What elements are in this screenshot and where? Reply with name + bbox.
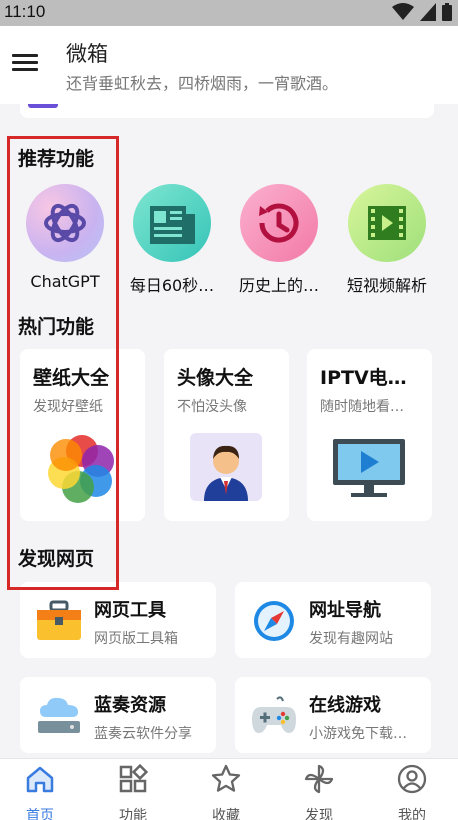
discover-card-webtools[interactable]: 网页工具 网页版工具箱 bbox=[20, 582, 216, 658]
history-icon bbox=[240, 184, 318, 262]
avatar-person-icon bbox=[190, 433, 262, 501]
hot-card-wallpaper[interactable]: 壁纸大全 发现好壁纸 bbox=[20, 349, 145, 521]
tv-play-icon bbox=[333, 439, 405, 497]
main-content[interactable]: 推荐功能 ChatGPT 每日60秒… 历史上的… 短视频解析 热门功能 壁纸大… bbox=[0, 104, 458, 758]
menu-icon[interactable] bbox=[12, 50, 40, 76]
recommended-label: ChatGPT bbox=[30, 272, 100, 291]
discover-card-title: 蓝奏资源 bbox=[94, 695, 166, 716]
hot-card-title: 壁纸大全 bbox=[33, 367, 110, 389]
discover-card-subtitle: 蓝奏云软件分享 bbox=[94, 726, 192, 742]
cloud-server-icon bbox=[38, 697, 80, 733]
nav-functions[interactable]: 功能 bbox=[93, 763, 173, 820]
discover-card-lanzou[interactable]: 蓝奏资源 蓝奏云软件分享 bbox=[20, 677, 216, 753]
newspaper-icon bbox=[133, 184, 211, 262]
discover-card-subtitle: 小游戏免下载… bbox=[309, 726, 407, 742]
grid-icon bbox=[119, 763, 149, 793]
section-title-recommended: 推荐功能 bbox=[18, 148, 95, 170]
status-time: 11:10 bbox=[4, 2, 46, 21]
recommended-label: 历史上的… bbox=[238, 276, 319, 295]
home-icon bbox=[26, 766, 54, 793]
nav-favorites[interactable]: 收藏 bbox=[186, 763, 266, 820]
section-title-hot: 热门功能 bbox=[18, 316, 95, 338]
card-stub bbox=[28, 104, 58, 108]
recommended-label: 每日60秒… bbox=[129, 276, 215, 295]
nav-label: 首页 bbox=[26, 808, 54, 820]
profile-icon bbox=[397, 764, 427, 794]
openai-icon bbox=[26, 184, 104, 262]
status-bar: 11:10 bbox=[0, 0, 458, 26]
recommended-item-news[interactable]: 每日60秒… bbox=[117, 184, 227, 296]
partial-card[interactable] bbox=[20, 104, 434, 118]
hot-card-title: IPTV电… bbox=[320, 367, 407, 389]
discover-card-subtitle: 网页版工具箱 bbox=[94, 631, 178, 647]
discover-card-title: 网页工具 bbox=[94, 600, 166, 621]
nav-label: 功能 bbox=[119, 808, 147, 820]
app-subtitle: 还背垂虹秋去，四桥烟雨，一宵歌酒。 bbox=[66, 74, 339, 93]
toolbox-icon bbox=[37, 600, 81, 640]
recommended-item-chatgpt[interactable]: ChatGPT bbox=[10, 184, 120, 291]
hot-card-subtitle: 不怕没头像 bbox=[177, 399, 247, 415]
discover-card-navigation[interactable]: 网址导航 发现有趣网站 bbox=[235, 582, 431, 658]
hot-card-subtitle: 发现好壁纸 bbox=[33, 399, 103, 415]
nav-home[interactable]: 首页 bbox=[0, 763, 80, 820]
star-icon bbox=[211, 764, 241, 792]
nav-label: 收藏 bbox=[212, 808, 240, 820]
hot-card-title: 头像大全 bbox=[177, 367, 254, 389]
discover-card-games[interactable]: 在线游戏 小游戏免下载… bbox=[235, 677, 431, 753]
color-petals-icon bbox=[48, 435, 114, 503]
bottom-nav: 首页 功能 收藏 发现 我的 bbox=[0, 758, 458, 820]
signal-icon bbox=[420, 3, 436, 21]
recommended-label: 短视频解析 bbox=[346, 276, 427, 295]
battery-icon bbox=[442, 3, 452, 21]
nav-label: 我的 bbox=[398, 808, 426, 820]
video-icon bbox=[348, 184, 426, 262]
app-title: 微箱 bbox=[66, 42, 108, 66]
hot-card-iptv[interactable]: IPTV电… 随时随地看… bbox=[307, 349, 432, 521]
app-bar: 微箱 还背垂虹秋去，四桥烟雨，一宵歌酒。 bbox=[0, 26, 458, 104]
recommended-item-video[interactable]: 短视频解析 bbox=[332, 184, 442, 296]
discover-card-title: 在线游戏 bbox=[309, 695, 381, 716]
hot-card-subtitle: 随时随地看… bbox=[320, 399, 404, 415]
nav-mine[interactable]: 我的 bbox=[372, 763, 452, 820]
compass-icon bbox=[254, 601, 294, 641]
discover-card-subtitle: 发现有趣网站 bbox=[309, 631, 393, 647]
section-title-discover: 发现网页 bbox=[18, 548, 95, 570]
recommended-item-history[interactable]: 历史上的… bbox=[224, 184, 334, 296]
hot-card-avatar[interactable]: 头像大全 不怕没头像 bbox=[164, 349, 289, 521]
nav-discover[interactable]: 发现 bbox=[279, 763, 359, 820]
gamepad-icon bbox=[252, 696, 296, 733]
wifi-icon bbox=[392, 3, 414, 20]
pinwheel-icon bbox=[304, 764, 334, 794]
nav-label: 发现 bbox=[305, 808, 333, 820]
discover-card-title: 网址导航 bbox=[309, 600, 381, 621]
